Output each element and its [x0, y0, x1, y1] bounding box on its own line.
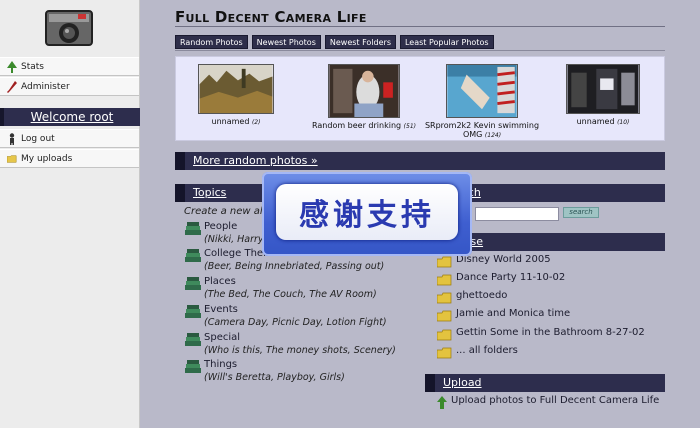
- photo-thumbnail[interactable]: [566, 64, 640, 114]
- photo-caption: unnamed: [576, 117, 615, 126]
- folder-icon: [437, 347, 452, 359]
- sidebar-item-label: My uploads: [21, 153, 73, 164]
- books-icon: [185, 305, 201, 318]
- photo-tabs: Random Photos Newest Photos Newest Folde…: [175, 35, 494, 49]
- tab-random-photos[interactable]: Random Photos: [175, 35, 248, 49]
- topic-name[interactable]: Special: [204, 332, 240, 343]
- books-icon: [185, 333, 201, 346]
- photo-thumbnail[interactable]: [328, 64, 400, 118]
- photo-card[interactable]: unnamed (10): [563, 64, 643, 126]
- more-random-photos-bar: More random photos »: [175, 152, 665, 170]
- folder-item[interactable]: Jamie and Monica time: [437, 307, 677, 323]
- topic-subtopics: (Camera Day, Picnic Day, Lotion Fight): [204, 317, 387, 328]
- photo-caption: Random beer drinking: [312, 121, 402, 130]
- search-button[interactable]: search: [563, 207, 599, 218]
- page-title: Full Decent Camera Life: [175, 8, 367, 26]
- search-input[interactable]: [475, 207, 559, 221]
- sidebar-item-my-uploads[interactable]: My uploads: [0, 149, 139, 168]
- photo-count: (51): [403, 123, 416, 130]
- welcome-heading[interactable]: Welcome root: [0, 108, 140, 126]
- topics-heading-link[interactable]: Topics: [193, 186, 226, 199]
- camera-logo-icon[interactable]: [44, 9, 94, 49]
- topic-subtopics: (Who is this, The money shots, Scenery): [204, 345, 396, 356]
- topic-name[interactable]: People: [204, 221, 237, 232]
- books-icon: [185, 277, 201, 290]
- sidebar-item-label: Log out: [21, 133, 55, 144]
- sidebar-item-label: Stats: [21, 61, 44, 72]
- folder-icon: [437, 329, 452, 341]
- upload-heading: Upload: [425, 374, 665, 392]
- folder-icon: [7, 153, 17, 165]
- tab-newest-folders[interactable]: Newest Folders: [324, 35, 396, 49]
- folder-label[interactable]: Disney World 2005: [456, 254, 551, 265]
- thanks-overlay-text: 感谢支持: [299, 198, 435, 233]
- photo-caption: SRprom2k2 Kevin swimming: [424, 121, 540, 130]
- photo-count: (124): [484, 132, 502, 139]
- photo-count: (2): [251, 119, 261, 126]
- sidebar-item-stats[interactable]: Stats: [0, 57, 139, 76]
- sidebar: Stats Administer Welcome root Log out My…: [0, 0, 140, 428]
- sidebar-item-administer[interactable]: Administer: [0, 77, 139, 96]
- folder-icon: [437, 256, 452, 268]
- topic-subtopics: (The Bed, The Couch, The AV Room): [204, 289, 377, 300]
- photo-count: (10): [617, 119, 630, 126]
- folder-icon: [437, 310, 452, 322]
- topic-name[interactable]: Places: [204, 276, 236, 287]
- folder-label[interactable]: Dance Party 11-10-02: [456, 272, 565, 283]
- tree-icon: [7, 60, 17, 73]
- folder-icon: [437, 292, 452, 304]
- photo-card[interactable]: Random beer drinking (51): [308, 64, 420, 130]
- upload-photos-label[interactable]: Upload photos to Full Decent Camera Life: [451, 395, 659, 406]
- folder-label[interactable]: Gettin Some in the Bathroom 8-27-02: [456, 327, 645, 338]
- folder-item[interactable]: Gettin Some in the Bathroom 8-27-02: [437, 326, 677, 342]
- more-random-photos-link[interactable]: More random photos »: [193, 154, 318, 167]
- folder-item[interactable]: Dance Party 11-10-02: [437, 271, 677, 287]
- random-photos-panel: unnamed (2) Random beer drinking (51) SR…: [175, 56, 665, 141]
- books-icon: [185, 360, 201, 373]
- person-icon: [7, 132, 17, 145]
- photo-caption: unnamed: [211, 117, 250, 126]
- pen-icon: [7, 80, 17, 93]
- books-icon: [185, 249, 201, 262]
- sidebar-item-logout[interactable]: Log out: [0, 129, 139, 148]
- topic-subtopics: (Will's Beretta, Playboy, Girls): [204, 372, 345, 383]
- topic-subtopics: (Beer, Being Innebriated, Passing out): [204, 261, 385, 272]
- topic-name[interactable]: Events: [204, 304, 238, 315]
- title-divider: [175, 26, 665, 27]
- folder-item[interactable]: ... all folders: [437, 344, 677, 360]
- upload-heading-link[interactable]: Upload: [443, 376, 482, 389]
- folder-item[interactable]: ghettoedo: [437, 289, 677, 305]
- photo-caption-line2: OMG: [462, 130, 483, 139]
- folder-label[interactable]: Jamie and Monica time: [456, 308, 570, 319]
- upload-arrow-icon: [437, 396, 447, 409]
- folder-label[interactable]: ghettoedo: [456, 290, 507, 301]
- thanks-overlay[interactable]: 感谢支持: [262, 172, 472, 256]
- books-icon: [185, 222, 201, 235]
- tabs-divider: [175, 50, 665, 51]
- photo-card[interactable]: unnamed (2): [196, 64, 276, 126]
- sidebar-item-label: Administer: [21, 81, 70, 92]
- tab-newest-photos[interactable]: Newest Photos: [251, 35, 321, 49]
- thanks-overlay-inner: 感谢支持: [276, 184, 458, 240]
- photo-card[interactable]: SRprom2k2 Kevin swimming OMG (124): [422, 64, 542, 139]
- photo-thumbnail[interactable]: [198, 64, 274, 114]
- tab-least-popular-photos[interactable]: Least Popular Photos: [399, 35, 494, 49]
- folder-label[interactable]: ... all folders: [456, 345, 518, 356]
- upload-photos-link[interactable]: Upload photos to Full Decent Camera Life: [437, 395, 677, 411]
- topic-name[interactable]: Things: [204, 359, 237, 370]
- folder-item[interactable]: Disney World 2005: [437, 253, 677, 269]
- photo-thumbnail[interactable]: [446, 64, 518, 118]
- folder-icon: [437, 274, 452, 286]
